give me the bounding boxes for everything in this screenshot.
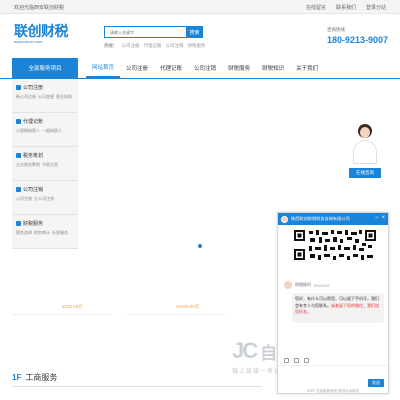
category-title: 公司注销 [23, 187, 44, 193]
sidebar-category[interactable]: 代理记账 小规模纳税人 一般纳税人 [12, 113, 78, 147]
hot-search: 热搜： 公司注册 代理记账 公司注销 财税服务 [104, 43, 206, 49]
category-link[interactable]: 分公司注销 [34, 196, 54, 202]
product-price: ¥200.00元 [62, 304, 83, 309]
product-price: ¥1200.00元 [176, 304, 200, 309]
qr-code-icon [292, 228, 378, 262]
category-link[interactable]: 社保服务 [52, 230, 68, 236]
category-link[interactable]: 公司注销 [16, 196, 32, 202]
hot-search-item[interactable]: 财税服务 [188, 43, 206, 49]
category-link[interactable]: 小规模纳税人 [16, 128, 40, 134]
category-link[interactable]: 公司变更 [38, 94, 54, 100]
category-link[interactable]: 财务审计 [34, 230, 50, 236]
online-consult-button[interactable]: 在线咨询 [349, 168, 381, 178]
service-agent-avatar [350, 120, 380, 164]
logo-text: 联创财税 [14, 23, 69, 39]
category-link[interactable]: 一般纳税人 [42, 128, 62, 134]
floor-title: 工商服务 [25, 373, 58, 382]
all-services-button[interactable]: 全部服务项目 [12, 58, 78, 78]
category-icon [16, 85, 21, 90]
nav-item-bookkeeping[interactable]: 代理记账 [154, 58, 188, 78]
nav-item-tax-knowledge[interactable]: 财税知识 [256, 58, 290, 78]
message-time: 09:09:02 [314, 282, 330, 288]
search-button[interactable]: 搜索 [186, 26, 203, 38]
nav-item-deregistration[interactable]: 公司注销 [188, 58, 222, 78]
send-button[interactable]: 发送 [368, 379, 384, 387]
floor-number: 1F [12, 373, 22, 382]
hot-search-item[interactable]: 公司注销 [166, 43, 184, 49]
welcome-text: 欢迎光临西安联创财税 [14, 5, 65, 11]
agent-name: 财税顾问 [295, 282, 311, 287]
hot-search-item[interactable]: 代理记账 [144, 43, 162, 49]
floor-divider [12, 386, 262, 387]
chat-footer: 53KF 在线客服系统 提供技术服务 [306, 389, 360, 393]
hotline-number: 180-9213-9007 [326, 35, 388, 45]
nav-items: 网站首页 公司注册 代理记账 公司注销 财税服务 财税知识 关于我们 [86, 58, 324, 78]
sidebar-category[interactable]: 公司注销 公司注销 分公司注销 [12, 181, 78, 215]
chat-title: 陕西联创财税财务咨询有限公司 [291, 216, 350, 221]
nav-item-registration[interactable]: 公司注册 [120, 58, 154, 78]
category-sidebar: 公司注册 新公司注册 公司变更 营业执照 代理记账 小规模纳税人 一般纳税人 税… [12, 79, 78, 249]
chat-message: 您好，有什么可以帮您，可以留下手机号，我们会有专人与您联系。或者留下您的微信，我… [292, 293, 384, 323]
category-icon [16, 119, 21, 124]
top-link-branch[interactable]: 登录分站 [366, 4, 386, 11]
sidebar-category[interactable]: 公司注册 新公司注册 公司变更 营业执照 [12, 79, 78, 113]
category-link[interactable]: 新公司注册 [16, 94, 36, 100]
category-link[interactable]: 节税方案 [42, 162, 58, 168]
chat-header: 陕西联创财税财务咨询有限公司 − × [278, 213, 388, 225]
top-links: 在线留言 联系我们 登录分站 [306, 4, 386, 11]
chat-window: 陕西联创财税财务咨询有限公司 − × 财税顾问 09:09:02 您好，有什么可… [277, 212, 389, 394]
hot-search-item[interactable]: 公司注册 [122, 43, 140, 49]
minimize-icon[interactable]: − [375, 215, 379, 222]
product-divider [12, 314, 112, 315]
top-bar: 欢迎光临西安联创财税 在线留言 联系我们 登录分站 [0, 0, 400, 14]
nav-item-about[interactable]: 关于我们 [290, 58, 324, 78]
category-icon [16, 187, 21, 192]
hotline-label: 咨询热线 [326, 27, 345, 32]
agent-avatar [284, 281, 292, 289]
main-nav: 全部服务项目 网站首页 公司注册 代理记账 公司注销 财税服务 财税知识 关于我… [0, 58, 400, 78]
site-logo[interactable]: 联创财税 www.lxicoo.com [14, 24, 72, 50]
hotline: 咨询热线 180-9213-9007 [327, 27, 388, 45]
emoji-icon[interactable] [284, 358, 289, 363]
floor-heading: 1F 工商服务 [12, 372, 57, 383]
category-link[interactable]: 营业执照 [56, 94, 72, 100]
category-icon [16, 221, 21, 226]
top-link-contact[interactable]: 联系我们 [336, 4, 356, 11]
file-icon[interactable] [304, 358, 309, 363]
nav-item-tax-services[interactable]: 财税服务 [222, 58, 256, 78]
message-meta: 财税顾问 09:09:02 [284, 281, 330, 289]
watermark-logo-icon: JC [232, 338, 258, 363]
image-icon[interactable] [294, 358, 299, 363]
sidebar-category[interactable]: 税务筹划 企业税务筹划 节税方案 [12, 147, 78, 181]
category-title: 财税服务 [23, 221, 44, 227]
product-divider [126, 314, 226, 315]
category-link[interactable]: 企业税务筹划 [16, 162, 40, 168]
close-icon[interactable]: × [381, 215, 385, 222]
search-input[interactable] [105, 27, 199, 37]
chat-toolbar [284, 358, 309, 363]
logo-url: www.lxicoo.com [14, 39, 43, 44]
category-title: 税务筹划 [23, 153, 44, 159]
carousel-indicator[interactable] [198, 244, 202, 248]
nav-item-home[interactable]: 网站首页 [86, 58, 121, 78]
top-link-message[interactable]: 在线留言 [306, 4, 326, 11]
hot-search-label: 热搜： [104, 43, 118, 48]
chat-header-avatar [281, 215, 288, 223]
category-title: 公司注册 [23, 85, 44, 91]
category-icon [16, 153, 21, 158]
sidebar-category[interactable]: 财税服务 税务咨询 财务审计 社保服务 [12, 215, 78, 249]
customer-service-widget: 在线咨询 [342, 120, 388, 178]
category-title: 代理记账 [23, 119, 44, 125]
category-link[interactable]: 税务咨询 [16, 230, 32, 236]
